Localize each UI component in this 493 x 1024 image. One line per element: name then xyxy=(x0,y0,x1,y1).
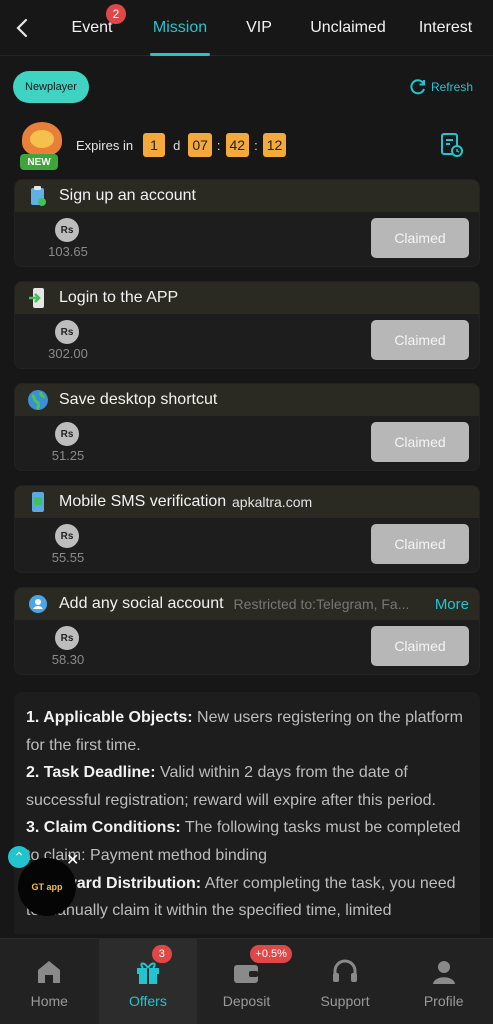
sms-icon xyxy=(27,491,49,513)
scroll-top-icon[interactable]: ⌃ xyxy=(8,846,30,868)
claimed-button[interactable]: Claimed xyxy=(371,320,469,360)
task-title: Add any social account xyxy=(59,595,224,612)
tab-unclaimed[interactable]: Unclaimed xyxy=(298,0,398,56)
tab-label: VIP xyxy=(246,18,272,36)
tab-event[interactable]: Event 2 xyxy=(44,0,140,56)
task-title: Sign up an account xyxy=(59,187,196,204)
tab-badge: 2 xyxy=(106,3,126,24)
rule-item: 3. Claim Conditions: The following tasks… xyxy=(26,814,468,869)
rupee-coin-icon: Rs xyxy=(55,422,79,446)
task-title: Save desktop shortcut xyxy=(59,391,218,408)
tabs: Event 2 Mission VIP Unclaimed Interest xyxy=(44,0,493,56)
timer-seconds: 12 xyxy=(262,133,287,157)
refresh-icon xyxy=(410,79,425,95)
more-link[interactable]: More xyxy=(435,596,469,613)
expires-label: Expires in xyxy=(76,137,134,153)
rule-item: 1. Applicable Objects: New users registe… xyxy=(26,704,468,759)
timer-minutes: 42 xyxy=(225,133,250,157)
watermark-text: apkaltra.com xyxy=(232,494,313,510)
refresh-button[interactable]: Refresh xyxy=(409,78,473,96)
rupee-coin-icon: Rs xyxy=(55,218,79,242)
headset-icon xyxy=(328,955,362,989)
task-reward: 55.55 xyxy=(51,550,85,565)
task-card: Save desktop shortcut Rs 51.25 Claimed xyxy=(14,383,480,471)
social-icon xyxy=(27,593,49,615)
rupee-coin-icon: Rs xyxy=(55,626,79,650)
task-title: Login to the APP xyxy=(59,289,179,306)
nav-offers[interactable]: Offers 3 xyxy=(98,939,198,1024)
nav-label: Home xyxy=(30,992,68,1009)
rule-item: 2. Task Deadline: Valid within 2 days fr… xyxy=(26,759,468,814)
nav-home[interactable]: Home xyxy=(0,939,99,1024)
home-icon xyxy=(32,955,66,989)
claimed-button[interactable]: Claimed xyxy=(371,524,469,564)
clipboard-icon xyxy=(27,185,49,207)
newplayer-chip[interactable]: Newplayer xyxy=(13,71,89,103)
tab-mission[interactable]: Mission xyxy=(140,0,220,56)
back-arrow-icon xyxy=(16,18,28,37)
tab-label: Unclaimed xyxy=(310,18,386,36)
task-reward: 58.30 xyxy=(51,652,85,667)
globe-icon xyxy=(27,389,49,411)
rule-heading: 1. Applicable Objects: xyxy=(26,709,193,726)
rule-heading: 3. Claim Conditions: xyxy=(26,819,181,837)
task-reward: 103.65 xyxy=(48,244,88,259)
mission-content: Newplayer Refresh NEW Expires in 1 d 07 … xyxy=(0,56,493,934)
nav-profile[interactable]: Profile xyxy=(394,939,493,1024)
nav-badge: 3 xyxy=(151,945,172,963)
expire-row: NEW Expires in 1 d 07 : 42 : 12 xyxy=(16,120,476,170)
task-title: Mobile SMS verification xyxy=(59,493,227,510)
phone-login-icon xyxy=(27,287,49,309)
nav-support[interactable]: Support xyxy=(296,939,395,1024)
tab-interest[interactable]: Interest xyxy=(398,0,493,56)
bottom-nav: Home Offers 3 Deposit +0.5% Support Prof… xyxy=(0,938,493,1024)
nav-label: Profile xyxy=(423,992,464,1009)
mascot-icon: NEW xyxy=(16,120,66,170)
rupee-coin-icon: Rs xyxy=(55,320,79,344)
tab-label: Event xyxy=(71,18,113,36)
floating-promo-widget[interactable]: GT app ⌃ ✕ xyxy=(8,846,88,926)
timer-day-unit: d xyxy=(173,137,181,153)
document-clock-icon[interactable] xyxy=(438,132,464,158)
nav-label: Deposit xyxy=(222,992,271,1009)
tab-vip[interactable]: VIP xyxy=(220,0,298,56)
top-tab-bar: Event 2 Mission VIP Unclaimed Interest xyxy=(0,0,493,56)
timer-colon: : xyxy=(216,137,221,153)
nav-deposit[interactable]: Deposit +0.5% xyxy=(197,939,296,1024)
claimed-button[interactable]: Claimed xyxy=(371,422,469,462)
claimed-button[interactable]: Claimed xyxy=(371,626,469,666)
nav-label: Support xyxy=(320,992,370,1009)
timer-days: 1 xyxy=(143,133,166,157)
timer-colon: : xyxy=(254,137,258,153)
task-reward: 51.25 xyxy=(51,448,85,463)
nav-badge: +0.5% xyxy=(250,945,292,963)
rule-item: 4. Reward Distribution: After completing… xyxy=(26,870,468,925)
task-restriction-note: Restricted to:Telegram, Fa... xyxy=(233,596,410,612)
task-card: Login to the APP Rs 302.00 Claimed xyxy=(14,281,480,369)
profile-icon xyxy=(427,955,461,989)
claimed-button[interactable]: Claimed xyxy=(371,218,469,258)
rule-heading: 2. Task Deadline: xyxy=(26,764,156,782)
refresh-label: Refresh xyxy=(430,80,473,94)
task-card: Sign up an account Rs 103.65 Claimed xyxy=(14,179,480,267)
tab-label: Mission xyxy=(152,18,208,36)
timer-hours: 07 xyxy=(188,133,212,157)
new-badge: NEW xyxy=(20,154,58,170)
tab-label: Interest xyxy=(418,18,473,36)
task-card: Add any social account Restricted to:Tel… xyxy=(14,587,480,675)
close-icon[interactable]: ✕ xyxy=(66,850,79,870)
back-button[interactable] xyxy=(0,0,44,56)
task-reward: 302.00 xyxy=(48,346,88,361)
nav-label: Offers xyxy=(128,992,167,1009)
rupee-coin-icon: Rs xyxy=(55,524,79,548)
